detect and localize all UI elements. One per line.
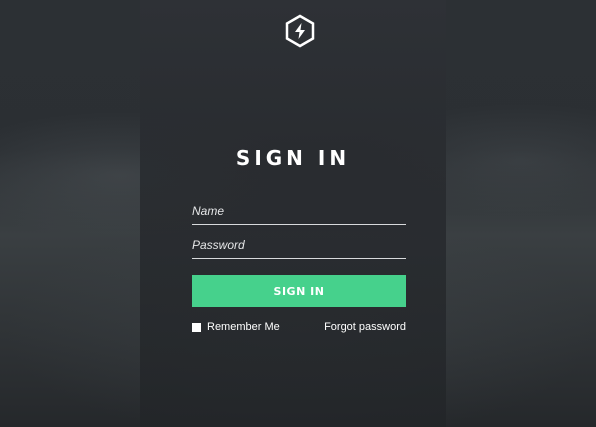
name-input[interactable]: [192, 200, 406, 222]
page-title: SIGN IN: [235, 146, 351, 170]
remember-me-option[interactable]: Remember Me: [192, 320, 280, 334]
name-field[interactable]: [192, 200, 406, 225]
lightning-hexagon-icon: [285, 14, 315, 48]
remember-me-label: Remember Me: [207, 321, 280, 333]
password-field[interactable]: [192, 234, 406, 259]
sign-in-button[interactable]: SIGN IN: [192, 275, 406, 307]
forgot-password-link[interactable]: Forgot password: [324, 320, 406, 334]
remember-me-checkbox[interactable]: [192, 322, 201, 332]
password-input[interactable]: [192, 234, 406, 256]
